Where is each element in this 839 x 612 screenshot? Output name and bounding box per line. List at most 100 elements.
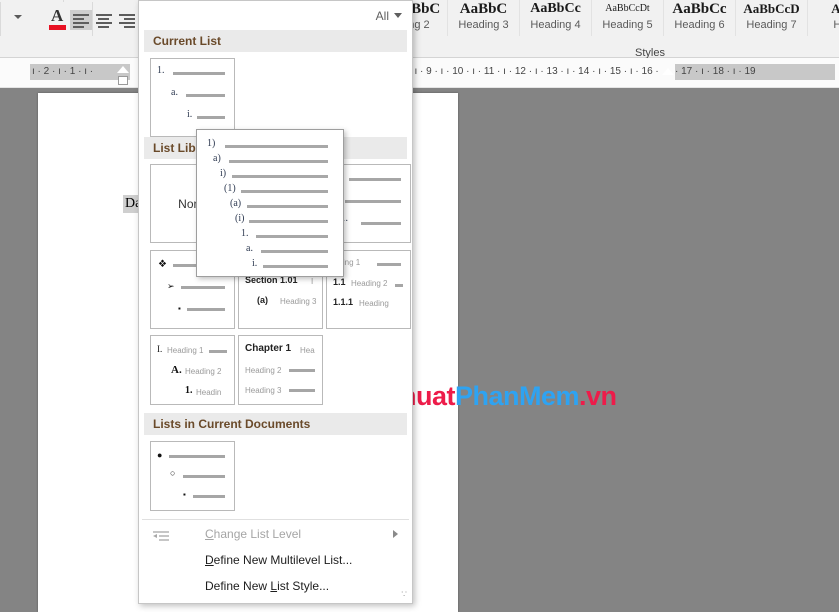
list-level-line — [289, 389, 315, 392]
current-list-tile[interactable]: 1. a. i. — [150, 58, 235, 137]
preview-level-line — [247, 205, 328, 208]
list-level-line — [345, 200, 401, 203]
change-list-level-icon — [153, 527, 169, 541]
list-level-line — [193, 495, 225, 498]
list-bullet-marker: ➢ — [167, 282, 175, 291]
tile-line-bold: 1. — [185, 385, 193, 396]
preview-level-line — [261, 250, 328, 253]
style-filter-all-button[interactable]: All — [376, 7, 402, 23]
menu-item-define-new-list-style[interactable]: Define New List Style... — [141, 573, 410, 599]
tile-line-gray: Heading 3 — [245, 386, 281, 395]
style-sample: AaBbCc — [520, 0, 591, 18]
preview-level-line — [225, 145, 328, 148]
tile-line-bold: 1.1 — [333, 277, 346, 287]
section-header-lists-in-current-documents: Lists in Current Documents — [144, 413, 407, 435]
styles-gallery[interactable]: AaBbC ling 2 AaBbC Heading 3 AaBbCc Head… — [380, 0, 839, 36]
preview-level-line — [241, 190, 328, 193]
style-item-2[interactable]: AaBbCc Heading 4 — [519, 0, 591, 36]
list-library-tile-chapter[interactable]: Chapter 1 Hea Heading 2 Heading 3 — [238, 335, 323, 405]
preview-level-marker: i) — [220, 168, 226, 179]
watermark-part3: .vn — [579, 381, 617, 411]
align-right-button[interactable] — [116, 10, 138, 30]
list-level-line — [377, 263, 401, 266]
tile-line-gray: Heading 2 — [351, 279, 387, 288]
list-bullet-marker: ● — [157, 451, 162, 460]
watermark-part2: PhanMem — [455, 381, 579, 411]
style-filter-label: All — [376, 8, 389, 24]
ribbon: A AaBbC ling — [0, 0, 839, 58]
tile-line-bold: 1.1.1 — [333, 297, 353, 307]
preview-level-line — [249, 220, 328, 223]
lists-in-current-documents-tile[interactable]: ● ○ ▪ — [150, 441, 235, 511]
list-bullet-marker: ○ — [170, 469, 175, 478]
style-name: Heading 5 — [592, 18, 663, 32]
list-library-tile-roman[interactable]: I. Heading 1 A. Heading 2 1. Headin — [150, 335, 235, 405]
list-bullet-marker: ▪ — [178, 304, 181, 313]
preview-level-marker: (i) — [235, 213, 244, 224]
list-level-marker: 1. — [157, 65, 165, 76]
menu-item-label: Change List Level — [205, 521, 301, 547]
list-level-line — [186, 94, 225, 97]
tile-line-gray: Heading 3 — [280, 297, 316, 306]
list-bullet-marker: ▪ — [183, 490, 186, 499]
horizontal-ruler[interactable]: ı · 2 · ı · 1 · ı · 8 · ı · 9 · ı · 10 ·… — [0, 58, 839, 88]
tile-line-gray: Heading 2 — [185, 367, 221, 376]
font-color-button[interactable]: A — [45, 6, 71, 32]
menu-item-change-list-level[interactable]: Change List Level — [141, 521, 410, 547]
preview-level-line — [229, 160, 328, 163]
preview-level-marker: i. — [252, 258, 257, 269]
style-item-4[interactable]: AaBbCc Heading 6 — [663, 0, 735, 36]
style-item-1[interactable]: AaBbC Heading 3 — [447, 0, 519, 36]
first-line-indent-marker[interactable] — [117, 66, 129, 73]
style-sample: AaBbCcDt — [592, 0, 663, 18]
left-indent-marker[interactable] — [118, 76, 128, 85]
tile-line-gray: Heading 2 — [245, 366, 281, 375]
align-left-button[interactable] — [70, 10, 92, 30]
tile-line-bold: I. — [157, 344, 162, 354]
preview-level-line — [256, 235, 328, 238]
ruler-right-labels: 8 · ı · 9 · ı · 10 · ı · 11 · ı · 12 · ı… — [400, 64, 660, 80]
list-level-line — [289, 369, 315, 372]
right-indent-marker[interactable] — [662, 68, 674, 75]
style-name: Heading 3 — [448, 18, 519, 32]
document-canvas: Da — [0, 88, 839, 612]
dropdown-top-strip — [139, 1, 412, 29]
tile-line-gray: Heading — [359, 299, 389, 308]
style-item-5[interactable]: AaBbCcD Heading 7 — [735, 0, 807, 36]
style-sample: AaB — [808, 0, 839, 18]
tile-line-gray: Heading 1 — [167, 346, 203, 355]
preview-level-marker: 1. — [241, 228, 249, 239]
menu-separator — [142, 519, 409, 520]
submenu-arrow-icon — [393, 530, 398, 538]
style-sample: AaBbC — [448, 0, 519, 18]
menu-item-label: Define New List Style... — [205, 573, 329, 599]
style-name: Heading 6 — [664, 18, 735, 32]
preview-level-marker: a. — [246, 243, 253, 254]
tile-line-gray: Headin — [196, 388, 221, 397]
menu-item-label: Define New Multilevel List... — [205, 547, 352, 573]
list-level-marker: i. — [187, 109, 192, 120]
list-level-marker: a. — [171, 87, 178, 98]
menu-item-define-new-multilevel-list[interactable]: Define New Multilevel List... — [141, 547, 410, 573]
style-name: Hea — [808, 18, 839, 32]
spacer — [63, 0, 64, 2]
align-center-button[interactable] — [93, 10, 115, 30]
preview-level-marker: 1) — [207, 138, 215, 149]
tile-line-bold: A. — [171, 364, 182, 376]
resize-grip[interactable]: ∵ — [401, 589, 407, 600]
multilevel-list-dropdown[interactable]: All Current List 1. a. i. List Library N… — [138, 0, 413, 604]
style-item-6[interactable]: AaB Hea — [807, 0, 839, 36]
section-header-current-list: Current List — [144, 30, 407, 52]
list-level-line — [183, 475, 225, 478]
list-level-line — [395, 284, 403, 287]
ruler-left-labels: ı · 2 · ı · 1 · ı · — [30, 64, 130, 80]
chevron-down-icon — [394, 13, 402, 18]
list-level-line — [209, 350, 227, 353]
font-shading-caret-icon[interactable] — [14, 15, 22, 19]
list-level-line — [349, 178, 401, 181]
list-level-line — [173, 72, 225, 75]
preview-level-line — [263, 265, 328, 268]
style-item-3[interactable]: AaBbCcDt Heading 5 — [591, 0, 663, 36]
list-bullet-marker: ❖ — [158, 260, 167, 269]
list-level-line — [181, 286, 225, 289]
